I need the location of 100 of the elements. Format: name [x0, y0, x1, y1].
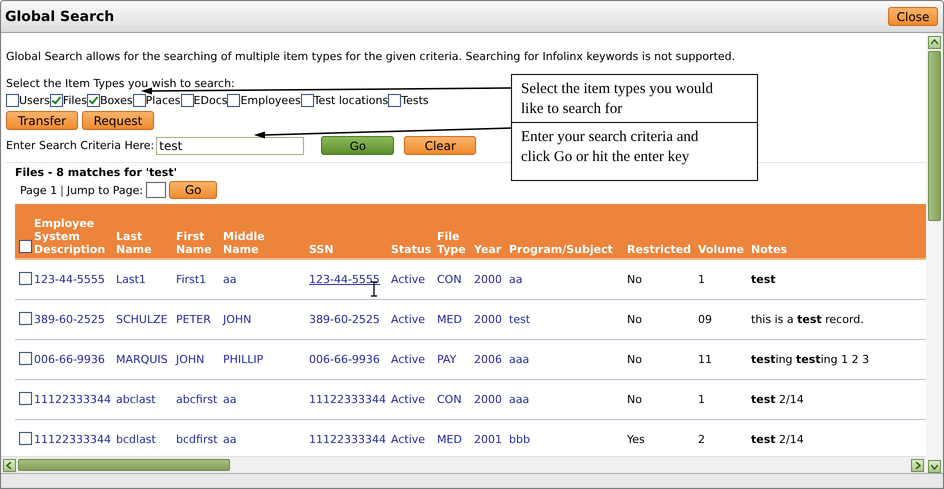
table-link[interactable]: bcdlast: [116, 433, 156, 446]
table-link[interactable]: aa: [223, 433, 236, 446]
table-link[interactable]: 123-44-5555: [34, 273, 105, 286]
table-link[interactable]: JOHN: [223, 313, 252, 326]
table-link[interactable]: abcfirst: [176, 393, 218, 406]
table-cell: 1: [698, 273, 705, 286]
table-cell: No: [627, 393, 642, 406]
table-link[interactable]: 006-66-9936: [34, 353, 105, 366]
go-button[interactable]: Go: [321, 136, 394, 155]
search-field[interactable]: test: [156, 136, 304, 154]
table-link[interactable]: aaa: [509, 353, 530, 366]
table-link[interactable]: bbb: [509, 433, 530, 446]
description-text: Global Search allows for the searching of multiple item types for the given criteria. Searching for Infolinx keywords is not supported.: [6, 50, 736, 63]
table-link[interactable]: 11122333344: [34, 393, 111, 406]
table-link[interactable]: MED: [437, 433, 462, 446]
notes-text: test: [751, 273, 776, 286]
table-link[interactable]: 2006: [474, 353, 502, 366]
table-link[interactable]: 11122333344: [309, 393, 386, 406]
notes-text: test 2/14: [751, 393, 804, 406]
results-heading: Files - 8 matches for 'test': [15, 166, 177, 179]
table-cell: No: [627, 273, 642, 286]
table-link[interactable]: 2000: [474, 273, 502, 286]
table-link[interactable]: Active: [391, 393, 426, 406]
window-title: Global Search: [5, 8, 114, 24]
table-link[interactable]: bcdfirst: [176, 433, 218, 446]
table-link[interactable]: Active: [391, 433, 426, 446]
table-link[interactable]: SCHULZE: [116, 313, 168, 326]
table-cell: No: [627, 353, 642, 366]
table-link[interactable]: 2000: [474, 313, 502, 326]
checkbox[interactable]: [19, 272, 32, 284]
checkbox[interactable]: [86, 94, 100, 107]
checkbox-label[interactable]: Boxes: [100, 94, 133, 107]
close-button[interactable]: Close: [888, 7, 938, 26]
checkbox-label[interactable]: Users: [19, 94, 50, 107]
jump-label: Jump to Page:: [66, 184, 144, 196]
checkbox-label[interactable]: Places: [146, 94, 181, 107]
table-link[interactable]: PAY: [437, 353, 456, 366]
table-link[interactable]: aaa: [509, 393, 530, 406]
table-link[interactable]: 006-66-9936: [309, 353, 380, 366]
checkbox[interactable]: [180, 94, 194, 107]
table-link[interactable]: PETER: [176, 313, 211, 326]
checkbox-label[interactable]: Test locations: [314, 94, 388, 107]
checkbox[interactable]: [19, 432, 32, 444]
table-link[interactable]: aa: [223, 273, 236, 286]
table-link[interactable]: Active: [391, 353, 426, 366]
table-link[interactable]: 2000: [474, 393, 502, 406]
checkbox-label[interactable]: Files: [62, 94, 87, 107]
table-link[interactable]: Active: [391, 313, 426, 326]
table-link[interactable]: test: [509, 313, 530, 326]
item-types-label: Select the Item Types you wish to search:: [6, 77, 235, 90]
scroll-thumb[interactable]: [928, 51, 941, 221]
table-link[interactable]: 2001: [474, 433, 502, 446]
checkbox[interactable]: [227, 94, 240, 107]
table-link[interactable]: 11122333344: [34, 433, 111, 446]
table-link[interactable]: MARQUIS: [116, 353, 168, 366]
scroll-thumb[interactable]: [18, 459, 230, 471]
notes-text: testing testing 1 2 3: [751, 353, 870, 366]
table-link[interactable]: 389-60-2525: [34, 313, 105, 326]
checkbox[interactable]: [19, 312, 32, 324]
page-field[interactable]: [146, 182, 166, 198]
table-link[interactable]: CON: [437, 273, 462, 286]
table-link[interactable]: abclast: [116, 393, 156, 406]
checkbox-label[interactable]: Employees: [240, 94, 301, 107]
separator: |: [60, 184, 64, 196]
table-link[interactable]: MED: [437, 313, 462, 326]
callout-text: Select the item types you would like to search for: [511, 74, 758, 124]
checkbox[interactable]: [388, 94, 402, 107]
table-link[interactable]: Last1: [116, 273, 146, 286]
scroll-up-icon[interactable]: [928, 36, 941, 49]
checkbox[interactable]: [300, 94, 314, 107]
table-cell: 2: [698, 433, 705, 446]
checkbox[interactable]: [19, 352, 32, 364]
table-link[interactable]: First1: [176, 273, 206, 286]
jump-go-button[interactable]: Go: [169, 181, 218, 199]
checkbox[interactable]: [50, 94, 63, 107]
scroll-right-icon[interactable]: [911, 458, 924, 472]
checkbox[interactable]: [19, 240, 32, 253]
table-link[interactable]: CON: [437, 393, 462, 406]
scroll-left-icon[interactable]: [3, 458, 16, 472]
checkbox[interactable]: [132, 94, 146, 107]
table-link[interactable]: aa: [509, 273, 522, 286]
table-link[interactable]: Active: [391, 273, 426, 286]
table-link[interactable]: JOHN: [176, 353, 204, 366]
action-button[interactable]: Transfer: [6, 111, 78, 130]
checkbox-label[interactable]: EDocs: [194, 94, 228, 107]
table-cell: 09: [698, 313, 712, 326]
clear-button[interactable]: Clear: [404, 136, 476, 155]
checkbox-label[interactable]: Tests: [401, 94, 429, 107]
table-link[interactable]: 11122333344: [309, 433, 386, 446]
table-link[interactable]: 123-44-5555: [309, 273, 380, 286]
checkbox[interactable]: [19, 392, 32, 404]
page-label: Page 1: [20, 184, 58, 196]
callout-text: Enter your search criteria and click Go or hit the enter key: [511, 122, 758, 181]
table-link[interactable]: PHILLIP: [223, 353, 264, 366]
table-cell: 11: [698, 353, 712, 366]
table-link[interactable]: aa: [223, 393, 236, 406]
checkbox[interactable]: [6, 94, 19, 107]
scroll-down-icon[interactable]: [928, 460, 941, 473]
table-link[interactable]: 389-60-2525: [309, 313, 380, 326]
action-button[interactable]: Request: [82, 111, 154, 130]
